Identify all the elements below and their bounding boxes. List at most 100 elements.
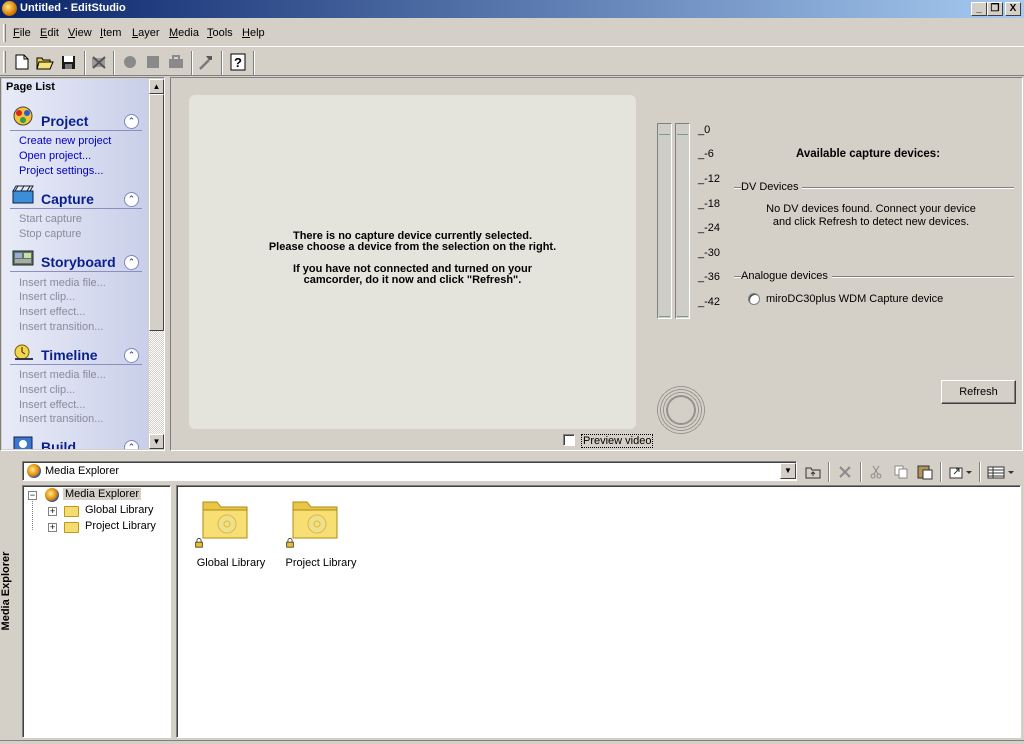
menu-item[interactable]: Item bbox=[100, 27, 121, 39]
analogue-device-label[interactable]: miroDC30plus WDM Capture device bbox=[766, 293, 943, 305]
toolbar-separator bbox=[191, 51, 193, 75]
link-storyboard-insert-effect: Insert effect... bbox=[19, 306, 86, 318]
volume-knob[interactable] bbox=[656, 385, 706, 435]
dv-devices-message: No DV devices found. Connect your device… bbox=[731, 203, 1011, 229]
db-tick: _-18 bbox=[698, 198, 721, 210]
copy-icon[interactable] bbox=[891, 463, 911, 481]
section-divider bbox=[10, 208, 142, 209]
stop-icon[interactable] bbox=[143, 52, 163, 72]
restore-button[interactable]: ❐ bbox=[987, 2, 1003, 16]
title-bar: Untitled - EditStudio _ ❐ X bbox=[0, 0, 1024, 18]
collapse-project-button[interactable]: ⌃ bbox=[124, 114, 139, 129]
toolbox-icon[interactable] bbox=[166, 52, 186, 72]
tree-expand-icon[interactable]: + bbox=[48, 523, 57, 532]
page-list: Page List Project ⌃ Create new project O… bbox=[2, 79, 148, 449]
menu-file[interactable]: File bbox=[13, 27, 31, 39]
tree-item-media-explorer[interactable]: Media Explorer bbox=[63, 488, 141, 500]
folder-icon bbox=[64, 522, 79, 533]
record-icon[interactable] bbox=[120, 52, 140, 72]
section-title-build[interactable]: Build bbox=[41, 439, 76, 449]
section-divider bbox=[10, 271, 142, 272]
build-icon bbox=[13, 436, 33, 449]
scroll-down-button[interactable]: ▼ bbox=[149, 434, 164, 449]
section-title-timeline[interactable]: Timeline bbox=[41, 347, 98, 363]
minimize-button[interactable]: _ bbox=[971, 2, 987, 16]
section-title-project[interactable]: Project bbox=[41, 113, 88, 129]
menu-tools[interactable]: Tools bbox=[207, 27, 233, 39]
menu-layer[interactable]: Layer bbox=[132, 27, 160, 39]
details-view-icon[interactable] bbox=[986, 463, 1016, 481]
lock-icon bbox=[286, 538, 294, 548]
menu-edit[interactable]: Edit bbox=[40, 27, 59, 39]
db-tick: _-12 bbox=[698, 173, 721, 185]
delete-clip-icon[interactable] bbox=[89, 52, 109, 72]
refresh-button[interactable]: Refresh bbox=[941, 380, 1016, 404]
chevron-down-icon[interactable]: ▼ bbox=[780, 463, 796, 479]
analogue-device-radio[interactable] bbox=[748, 293, 760, 305]
section-title-storyboard[interactable]: Storyboard bbox=[41, 254, 116, 270]
file-item-global-library[interactable]: Global Library bbox=[191, 496, 271, 576]
new-document-icon[interactable] bbox=[12, 52, 32, 72]
tree-item-global-library[interactable]: Global Library bbox=[85, 504, 153, 516]
tree-item-project-library[interactable]: Project Library bbox=[85, 520, 156, 532]
collapse-capture-button[interactable]: ⌃ bbox=[124, 192, 139, 207]
collapse-storyboard-button[interactable]: ⌃ bbox=[124, 255, 139, 270]
view-mode-icon[interactable] bbox=[947, 463, 975, 481]
link-open-project[interactable]: Open project... bbox=[19, 150, 91, 162]
link-storyboard-insert-transition: Insert transition... bbox=[19, 321, 104, 333]
db-tick: _-42 bbox=[698, 296, 721, 308]
link-project-settings[interactable]: Project settings... bbox=[19, 165, 103, 177]
toolbar-separator bbox=[84, 51, 86, 75]
file-view: Global Library Project Library bbox=[176, 485, 1021, 738]
media-explorer-tab[interactable]: Media Explorer bbox=[0, 455, 20, 740]
section-divider bbox=[10, 130, 142, 131]
page-list-scrollbar[interactable]: ▲ ▼ bbox=[149, 79, 164, 449]
tree-expand-icon[interactable]: + bbox=[48, 507, 57, 516]
app-icon bbox=[2, 1, 17, 16]
scroll-up-button[interactable]: ▲ bbox=[149, 79, 164, 94]
no-device-message: There is no capture device currently sel… bbox=[189, 231, 636, 286]
menu-media[interactable]: Media bbox=[169, 27, 199, 39]
open-folder-icon[interactable] bbox=[35, 52, 55, 72]
meter-segment bbox=[677, 316, 688, 317]
link-timeline-insert-media: Insert media file... bbox=[19, 369, 106, 381]
location-combobox[interactable]: Media Explorer ▼ bbox=[22, 461, 797, 481]
link-storyboard-insert-clip: Insert clip... bbox=[19, 291, 76, 303]
preview-video-label[interactable]: Preview video bbox=[581, 434, 654, 448]
toolbar-grip[interactable] bbox=[3, 51, 6, 73]
toolbar-separator bbox=[940, 462, 942, 482]
link-stop-capture: Stop capture bbox=[19, 228, 82, 240]
paste-icon[interactable] bbox=[915, 463, 935, 481]
hammer-icon[interactable] bbox=[196, 52, 216, 72]
save-icon[interactable] bbox=[58, 52, 78, 72]
tree-collapse-icon[interactable]: − bbox=[28, 491, 37, 500]
volume-knob-center bbox=[667, 396, 695, 424]
close-button[interactable]: X bbox=[1005, 2, 1021, 16]
preview-video-checkbox[interactable] bbox=[563, 434, 575, 446]
message-line: No DV devices found. Connect your device bbox=[766, 203, 976, 215]
up-folder-icon[interactable] bbox=[803, 463, 823, 481]
scroll-thumb[interactable] bbox=[149, 94, 164, 331]
capture-panel: There is no capture device currently sel… bbox=[170, 77, 1023, 451]
link-create-new-project[interactable]: Create new project bbox=[19, 135, 111, 147]
db-tick: _-24 bbox=[698, 222, 721, 234]
meter-segment bbox=[659, 316, 670, 317]
delete-icon[interactable] bbox=[835, 463, 855, 481]
library-folder-icon bbox=[202, 501, 248, 539]
status-bar bbox=[0, 740, 1024, 744]
menu-view[interactable]: View bbox=[68, 27, 92, 39]
toolbar-separator bbox=[113, 51, 115, 75]
toolbar-separator bbox=[860, 462, 862, 482]
menu-help[interactable]: Help bbox=[242, 27, 265, 39]
collapse-timeline-button[interactable]: ⌃ bbox=[124, 348, 139, 363]
menu-grip[interactable] bbox=[3, 24, 6, 42]
section-title-capture[interactable]: Capture bbox=[41, 191, 94, 207]
help-icon[interactable]: ? bbox=[228, 52, 248, 72]
message-line: camcorder, do it now and click "Refresh"… bbox=[303, 274, 522, 286]
db-tick: _0 bbox=[698, 124, 711, 136]
collapse-build-button[interactable]: ⌃ bbox=[124, 440, 139, 449]
cut-icon[interactable] bbox=[866, 463, 886, 481]
link-start-capture: Start capture bbox=[19, 213, 82, 225]
file-item-project-library[interactable]: Project Library bbox=[281, 496, 361, 576]
audio-meter-left bbox=[657, 123, 672, 319]
